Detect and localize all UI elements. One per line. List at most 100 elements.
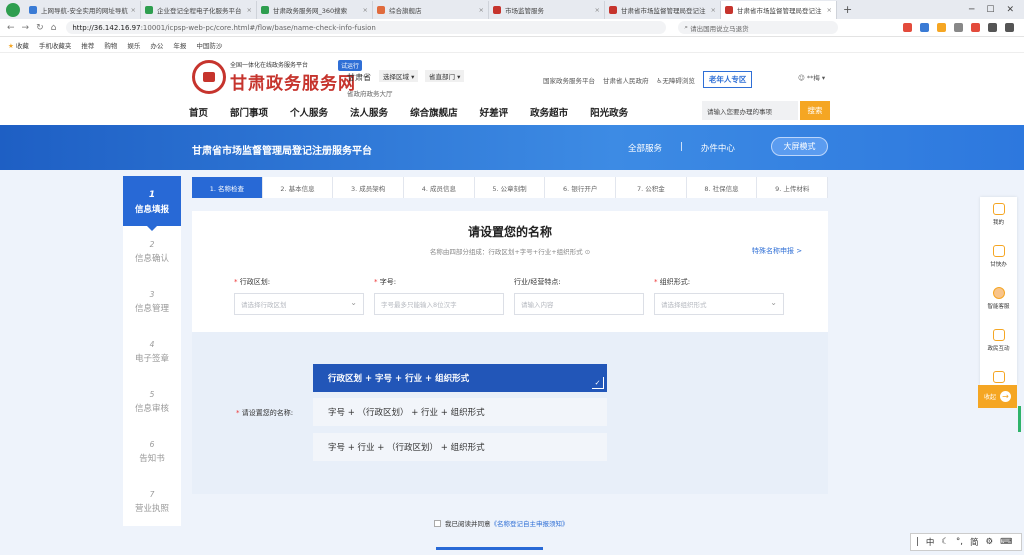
agreement-link[interactable]: 《名称登记自主申报须知》 xyxy=(491,518,569,528)
close-icon[interactable]: × xyxy=(711,6,716,14)
bookmark-item[interactable]: 手机收藏夹 xyxy=(39,40,72,50)
forward-icon[interactable]: → xyxy=(22,23,30,33)
browser-tab[interactable]: 综合旗舰店 × xyxy=(373,0,489,19)
close-window-icon[interactable]: ✕ xyxy=(1006,5,1014,15)
nav-item[interactable]: 好差评 xyxy=(480,105,509,119)
extension-icon[interactable] xyxy=(903,23,912,32)
sidebar-collapse-button[interactable]: 收起 → xyxy=(978,385,1017,408)
maximize-icon[interactable]: ☐ xyxy=(986,5,994,15)
sidebar-item-interaction[interactable]: 政民互动 xyxy=(980,329,1017,365)
sidebar-item-mine[interactable]: 我的 xyxy=(980,203,1017,239)
elder-zone-button[interactable]: 老年人专区 xyxy=(702,71,753,88)
top-link[interactable]: ♿无障碍浏览 xyxy=(657,75,695,85)
left-step[interactable]: 2 信息确认 xyxy=(123,226,181,276)
bookmark-item[interactable]: 购物 xyxy=(104,40,117,50)
ime-mode[interactable]: 中 xyxy=(926,536,935,548)
back-icon[interactable]: ← xyxy=(7,23,15,33)
close-icon[interactable]: × xyxy=(595,6,600,14)
url-input[interactable]: http://36.142.16.97:10001/icpsp-web-pc/c… xyxy=(66,21,667,34)
punctuation-icon[interactable]: °, xyxy=(956,537,963,547)
sub-hall-link[interactable]: 省政府政务大厅 xyxy=(347,88,393,98)
browser-tab[interactable]: 企业登记全程电子化服务平台 × xyxy=(141,0,257,19)
sidebar-item-gankuaiban[interactable]: 甘快办 xyxy=(980,245,1017,281)
extension-icon[interactable] xyxy=(937,23,946,32)
trade-name-input[interactable]: 字号最多只能输入8位汉字 xyxy=(374,293,504,315)
industry-input[interactable]: 请输入内容 xyxy=(514,293,644,315)
progress-step[interactable]: 6. 银行开户 xyxy=(545,177,617,198)
minimize-icon[interactable]: ─ xyxy=(969,5,974,15)
name-option[interactable]: 字号 + （行政区划） + 行业 + 组织形式 xyxy=(313,398,607,426)
progress-step[interactable]: 2. 基本信息 xyxy=(262,177,334,198)
extension-icon[interactable] xyxy=(954,23,963,32)
nav-item[interactable]: 首页 xyxy=(189,105,208,119)
user-menu[interactable]: ☺ **梅 ▾ xyxy=(798,72,825,82)
region-select-input[interactable]: 请选择行政区划 xyxy=(234,293,364,315)
browser-tab[interactable]: 市场监管服务 × xyxy=(489,0,605,19)
close-icon[interactable]: × xyxy=(479,6,484,14)
progress-step[interactable]: 4. 成员信息 xyxy=(404,177,475,198)
case-center-link[interactable]: 办件中心 xyxy=(701,142,735,154)
left-step[interactable]: 3 信息管理 xyxy=(123,276,181,326)
nav-item[interactable]: 个人服务 xyxy=(290,105,328,119)
left-step[interactable]: 5 信息审核 xyxy=(123,376,181,426)
help-icon[interactable]: ⊙ xyxy=(585,248,590,256)
browser-search-input[interactable]: ⌕ 请出国用说立马退货 xyxy=(678,21,839,34)
top-link[interactable]: 甘肃省人民政府 xyxy=(603,75,649,85)
site-search-input[interactable]: 请输入您要办理的事项 xyxy=(702,101,798,120)
dept-select[interactable]: 省直部门 ▾ xyxy=(425,70,465,82)
bookmark-item[interactable]: 年报 xyxy=(173,40,186,50)
ime-charset[interactable]: 简 xyxy=(970,536,979,548)
bookmark-item[interactable]: ★ 收藏 xyxy=(8,40,29,50)
name-option[interactable]: 字号 + 行业 + （行政区划） + 组织形式 xyxy=(313,433,607,461)
bigscreen-button[interactable]: 大屏模式 xyxy=(771,137,828,156)
nav-item[interactable]: 阳光政务 xyxy=(590,105,628,119)
bookmark-item[interactable]: 娱乐 xyxy=(127,40,140,50)
browser-tab[interactable]: 甘肃政务服务网_360搜索 × xyxy=(257,0,373,19)
top-link[interactable]: 国家政务服务平台 xyxy=(543,75,595,85)
left-step[interactable]: 4 电子签章 xyxy=(123,326,181,376)
progress-step[interactable]: 3. 成员架构 xyxy=(333,177,405,198)
all-services-link[interactable]: 全部服务 xyxy=(628,142,662,154)
progress-step-active[interactable]: 1. 名称检查 xyxy=(192,177,263,198)
special-name-link[interactable]: 特殊名称申报 > xyxy=(752,246,802,256)
sidebar-item-chatbot[interactable]: 智能客服 xyxy=(980,287,1017,323)
new-tab-button[interactable]: + xyxy=(837,3,858,16)
menu-icon[interactable] xyxy=(1005,23,1014,32)
progress-step[interactable]: 8. 社保信息 xyxy=(686,177,758,198)
close-icon[interactable]: × xyxy=(131,6,136,14)
close-icon[interactable]: × xyxy=(363,6,368,14)
settings-icon[interactable]: ⚙ xyxy=(985,537,993,547)
site-search-button[interactable]: 搜索 xyxy=(800,101,830,120)
browser-tab[interactable]: 甘肃省市场监督管理局登记注 × xyxy=(605,0,721,19)
extension-icon[interactable] xyxy=(971,23,980,32)
progress-step[interactable]: 7. 公积金 xyxy=(616,177,687,198)
browser-tab[interactable]: 上网导航-安全实用的网址导航 × xyxy=(25,0,141,19)
progress-step[interactable]: 9. 上传材料 xyxy=(757,177,829,198)
left-step-active[interactable]: 1 信息填报 xyxy=(123,176,181,231)
progress-step[interactable]: 5. 公章刻制 xyxy=(474,177,546,198)
nav-item[interactable]: 政务超市 xyxy=(530,105,568,119)
nav-item[interactable]: 法人服务 xyxy=(350,105,388,119)
name-option-selected[interactable]: 行政区划 + 字号 + 行业 + 组织形式 ✓ xyxy=(313,364,607,392)
refresh-icon[interactable]: ↻ xyxy=(36,23,44,33)
moon-icon[interactable]: ☾ xyxy=(941,537,949,547)
extension-icon[interactable] xyxy=(920,23,929,32)
download-icon[interactable] xyxy=(988,23,997,32)
browser-tab-active[interactable]: 甘肃省市场监督管理局登记注 × xyxy=(721,0,837,19)
org-form-select[interactable]: 请选择组织形式 xyxy=(654,293,784,315)
left-step[interactable]: 7 营业执照 xyxy=(123,476,181,526)
home-icon[interactable]: ⌂ xyxy=(51,23,57,33)
scroll-indicator[interactable] xyxy=(1018,406,1021,432)
nav-item[interactable]: 综合旗舰店 xyxy=(410,105,458,119)
bookmark-item[interactable]: 中国防沙 xyxy=(196,40,222,50)
browser-logo-icon[interactable] xyxy=(6,2,20,17)
next-button-edge[interactable] xyxy=(436,547,543,550)
keyboard-icon[interactable]: ⌨ xyxy=(1000,537,1012,547)
close-icon[interactable]: × xyxy=(827,6,832,14)
site-logo[interactable]: 全国一体化在线政务服务平台 甘肃政务服务网 xyxy=(192,60,356,94)
region-select[interactable]: 选择区域 ▾ xyxy=(379,70,419,82)
agree-checkbox[interactable] xyxy=(434,519,441,527)
bookmark-item[interactable]: 办公 xyxy=(150,40,163,50)
bookmark-item[interactable]: 推荐 xyxy=(81,40,94,50)
left-step[interactable]: 6 告知书 xyxy=(123,426,181,476)
